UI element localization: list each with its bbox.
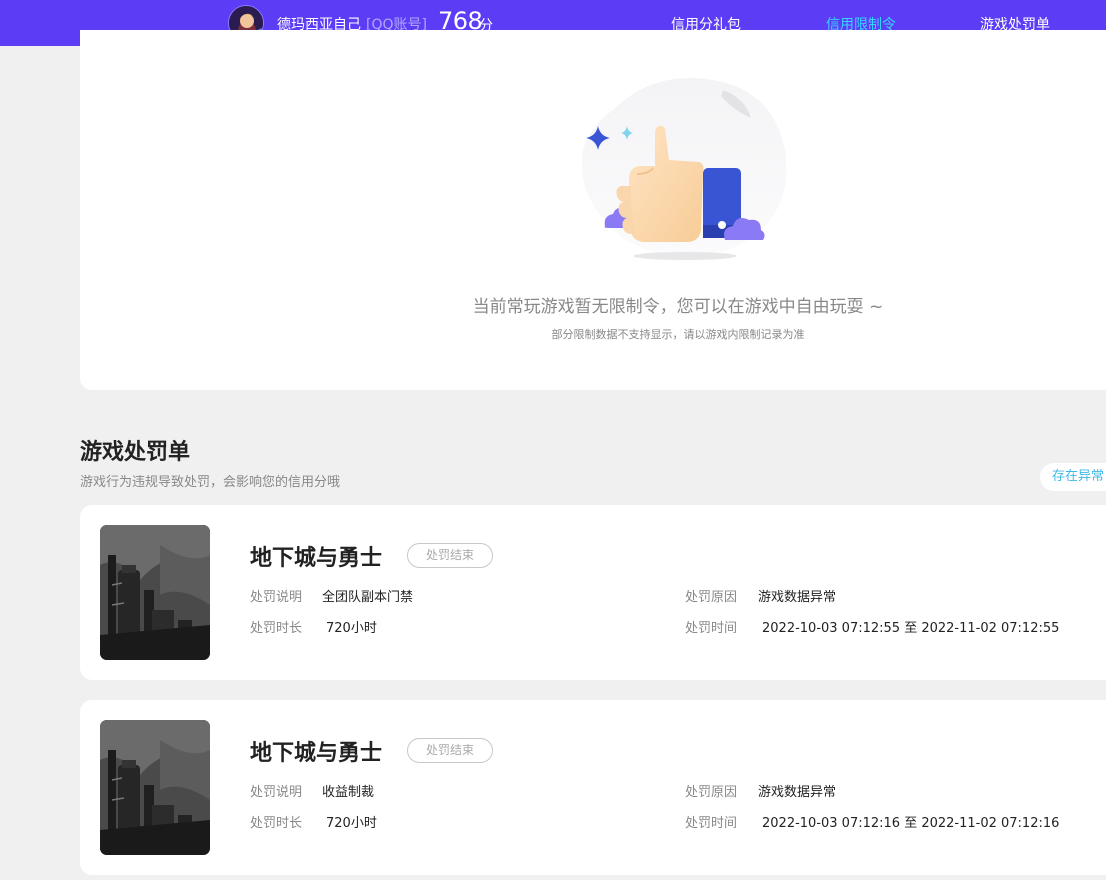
penalty-time-label: 处罚时间 <box>685 621 738 636</box>
status-badge: 处罚结束 <box>407 738 493 763</box>
thumbs-up-illustration <box>581 78 787 260</box>
game-name: 地下城与勇士 <box>250 741 383 766</box>
penalty-description-label: 处罚说明 <box>250 590 303 605</box>
empty-state-subtitle: 部分限制数据不支持显示，请以游戏内限制记录为准 <box>551 328 805 341</box>
penalty-description-label: 处罚说明 <box>250 785 303 800</box>
penalty-time-label: 处罚时间 <box>685 816 738 831</box>
penalty-description-value: 收益制裁 <box>322 785 375 800</box>
game-name: 地下城与勇士 <box>250 546 383 571</box>
penalty-reason-label: 处罚原因 <box>685 590 738 605</box>
game-thumbnail <box>100 525 210 660</box>
penalty-duration-label: 处罚时长 <box>250 816 303 831</box>
report-anomaly-button[interactable]: 存在异常 <box>1040 463 1106 491</box>
penalty-description-value: 全团队副本门禁 <box>322 590 414 605</box>
penalty-reason-label: 处罚原因 <box>685 785 738 800</box>
penalty-time-value: 2022-10-03 07:12:55 至 2022-11-02 07:12:5… <box>762 621 1060 636</box>
section-title: 游戏处罚单 <box>80 440 191 465</box>
penalty-reason-value: 游戏数据异常 <box>758 590 837 605</box>
penalty-duration-value: 720小时 <box>326 816 377 831</box>
penalty-reason-value: 游戏数据异常 <box>758 785 837 800</box>
penalty-duration-value: 720小时 <box>326 621 377 636</box>
game-thumbnail <box>100 720 210 855</box>
empty-state-title: 当前常玩游戏暂无限制令，您可以在游戏中自由玩耍 ~ <box>472 297 884 317</box>
section-subtitle: 游戏行为违规导致处罚，会影响您的信用分哦 <box>80 475 341 490</box>
penalty-duration-label: 处罚时长 <box>250 621 303 636</box>
penalty-time-value: 2022-10-03 07:12:16 至 2022-11-02 07:12:1… <box>762 816 1060 831</box>
status-badge: 处罚结束 <box>407 543 493 568</box>
penalty-card[interactable]: 地下城与勇士 处罚结束 处罚说明 全团队副本门禁 处罚时长 720小时 处罚原因… <box>80 505 1106 680</box>
penalty-card[interactable]: 地下城与勇士 处罚结束 处罚说明 收益制裁 处罚时长 720小时 处罚原因 游戏… <box>80 700 1106 875</box>
